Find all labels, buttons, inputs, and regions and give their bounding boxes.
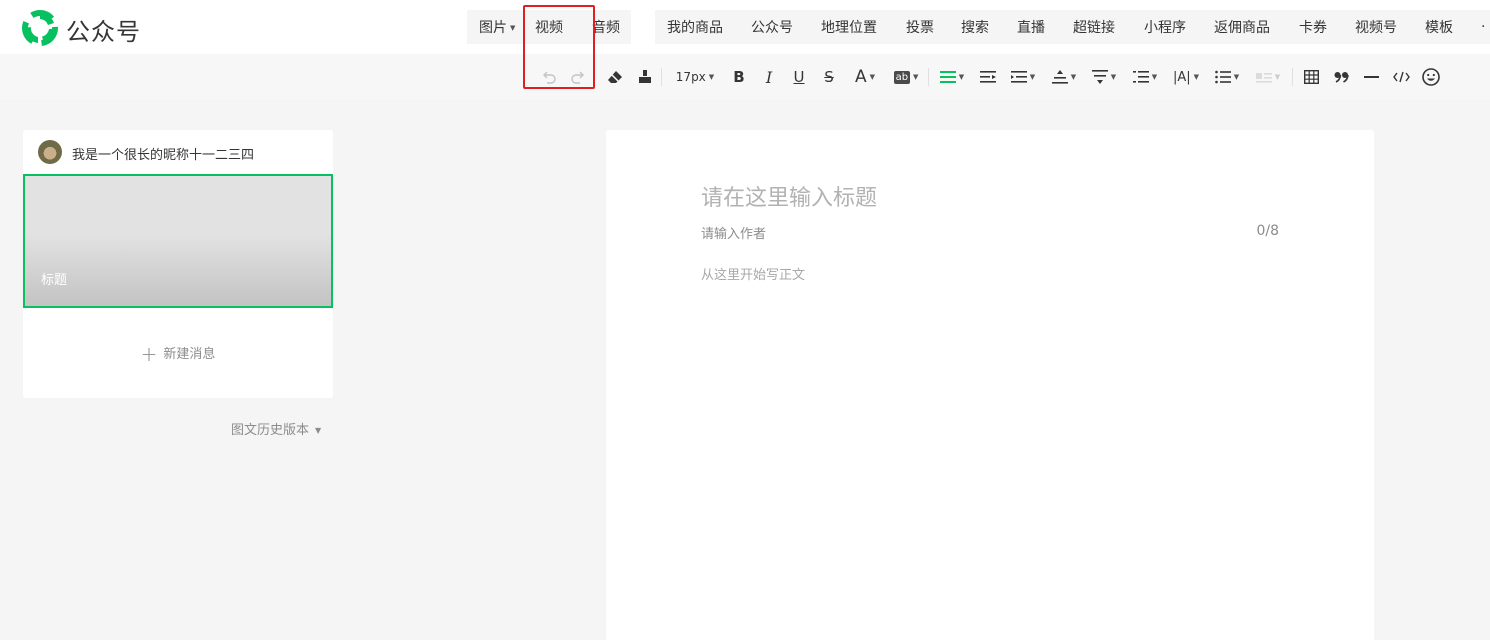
- caret-down-icon: ▼: [510, 24, 516, 32]
- account-nickname: 我是一个很长的昵称十一二三四: [72, 148, 255, 163]
- code-icon: [1392, 71, 1410, 83]
- insert-live[interactable]: 直播: [1017, 17, 1045, 37]
- insert-video-button[interactable]: 视频: [535, 17, 563, 37]
- emoji-button[interactable]: [1420, 64, 1442, 90]
- caret-down-icon: ▼: [1070, 73, 1077, 81]
- eraser-button[interactable]: [604, 64, 626, 90]
- caret-down-icon: ▼: [1151, 73, 1158, 81]
- toolbar-divider: [661, 68, 662, 86]
- cover-title: 标题: [41, 273, 68, 288]
- caret-down-icon: ▼: [869, 73, 876, 81]
- caret-down-icon: ▼: [1110, 73, 1117, 81]
- insert-template[interactable]: 模板: [1425, 17, 1453, 37]
- caret-down-icon: ▼: [1193, 73, 1200, 81]
- caret-down-icon: ▼: [1233, 73, 1240, 81]
- insert-hyperlink[interactable]: 超链接: [1073, 17, 1115, 37]
- font-size-dropdown[interactable]: 17px ▼: [670, 64, 720, 90]
- insert-search[interactable]: 搜索: [961, 17, 989, 37]
- article-list-card: 我是一个很长的昵称十一二三四 标题 + 新建消息: [23, 130, 333, 398]
- caret-down-icon: ▼: [315, 426, 322, 435]
- undo-icon: [543, 71, 556, 84]
- brand-name: 公众号: [66, 18, 141, 46]
- insert-vote[interactable]: 投票: [906, 17, 934, 37]
- history-versions-dropdown[interactable]: 图文历史版本 ▼: [231, 419, 321, 438]
- font-color-dropdown[interactable]: A ▼: [849, 64, 881, 90]
- insert-location[interactable]: 地理位置: [821, 17, 877, 37]
- title-input[interactable]: 请在这里输入标题: [701, 180, 877, 212]
- text-indent-icon: [1010, 71, 1027, 83]
- insert-official-account[interactable]: 公众号: [751, 17, 793, 37]
- quote-icon: [1334, 72, 1349, 83]
- format-painter-button[interactable]: [634, 64, 656, 90]
- undo-button[interactable]: [538, 64, 560, 90]
- code-button[interactable]: [1390, 64, 1412, 90]
- float-dropdown[interactable]: ▼: [1253, 64, 1283, 90]
- insert-audio-button[interactable]: 音频: [592, 17, 620, 37]
- paragraph-spacing-icon: [1091, 70, 1108, 84]
- line-height-dropdown[interactable]: ▼: [1130, 64, 1160, 90]
- paragraph-spacing-top-dropdown[interactable]: ▼: [1049, 64, 1079, 90]
- divider-icon: [1363, 76, 1379, 78]
- table-button[interactable]: [1300, 64, 1322, 90]
- toolbar-divider: [1292, 68, 1293, 86]
- caret-down-icon: ▼: [708, 73, 715, 81]
- insert-my-products[interactable]: 我的商品: [667, 17, 723, 37]
- list-dropdown[interactable]: ▼: [1212, 64, 1242, 90]
- insert-coupon[interactable]: 卡券: [1299, 17, 1327, 37]
- quote-button[interactable]: [1330, 64, 1352, 90]
- redo-icon: [571, 71, 584, 84]
- underline-button[interactable]: U: [789, 64, 809, 90]
- caret-down-icon: ▼: [1274, 73, 1281, 81]
- insert-extras-group: 我的商品 公众号 地理位置 投票 搜索 直播 超链接 小程序 返佣商品 卡券 视…: [655, 10, 1490, 44]
- background-color-dropdown[interactable]: ab ▼: [890, 64, 922, 90]
- divider-button[interactable]: [1360, 64, 1382, 90]
- avatar: [38, 140, 62, 164]
- emoji-icon: [1422, 68, 1440, 86]
- insert-mini-program[interactable]: 小程序: [1144, 17, 1186, 37]
- article-cover[interactable]: 标题: [23, 174, 333, 308]
- line-height-icon: [1132, 71, 1149, 83]
- letter-spacing-dropdown[interactable]: |A| ▼: [1170, 64, 1202, 90]
- bold-button[interactable]: B: [729, 64, 749, 90]
- insert-channels[interactable]: 视频号: [1355, 17, 1397, 37]
- indent-icon: [980, 71, 996, 83]
- indent-button[interactable]: [977, 64, 999, 90]
- caret-down-icon: ▼: [1029, 73, 1036, 81]
- plus-icon: +: [140, 342, 158, 366]
- new-message-button[interactable]: + 新建消息: [23, 342, 333, 366]
- float-icon: [1255, 73, 1272, 83]
- toolbar-divider: [928, 68, 929, 86]
- insert-image-button[interactable]: 图片 ▼: [479, 17, 515, 37]
- insert-rebate-products[interactable]: 返佣商品: [1214, 17, 1270, 37]
- editor-panel: 请在这里输入标题 请输入作者 0/8 从这里开始写正文: [606, 130, 1374, 640]
- author-input[interactable]: 请输入作者: [701, 223, 766, 242]
- insert-media-group: 图片 ▼ 视频 音频: [467, 10, 631, 44]
- format-painter-icon: [639, 70, 651, 83]
- align-dropdown[interactable]: ▼: [937, 64, 967, 90]
- text-indent-dropdown[interactable]: ▼: [1008, 64, 1038, 90]
- more-menu-button[interactable]: ·: [1481, 19, 1485, 35]
- caret-down-icon: ▼: [913, 73, 919, 81]
- strikethrough-button[interactable]: S: [819, 64, 839, 90]
- align-icon: [939, 71, 956, 83]
- redo-button[interactable]: [567, 64, 589, 90]
- paragraph-spacing-icon: [1051, 70, 1068, 84]
- caret-down-icon: ▼: [958, 73, 965, 81]
- eraser-icon: [608, 71, 622, 83]
- paragraph-spacing-bottom-dropdown[interactable]: ▼: [1089, 64, 1119, 90]
- logo-icon: [22, 10, 58, 46]
- list-icon: [1214, 70, 1231, 84]
- italic-button[interactable]: I: [759, 64, 779, 90]
- table-icon: [1303, 70, 1319, 84]
- body-editor[interactable]: 从这里开始写正文: [701, 264, 805, 283]
- author-char-count: 0/8: [1256, 223, 1279, 239]
